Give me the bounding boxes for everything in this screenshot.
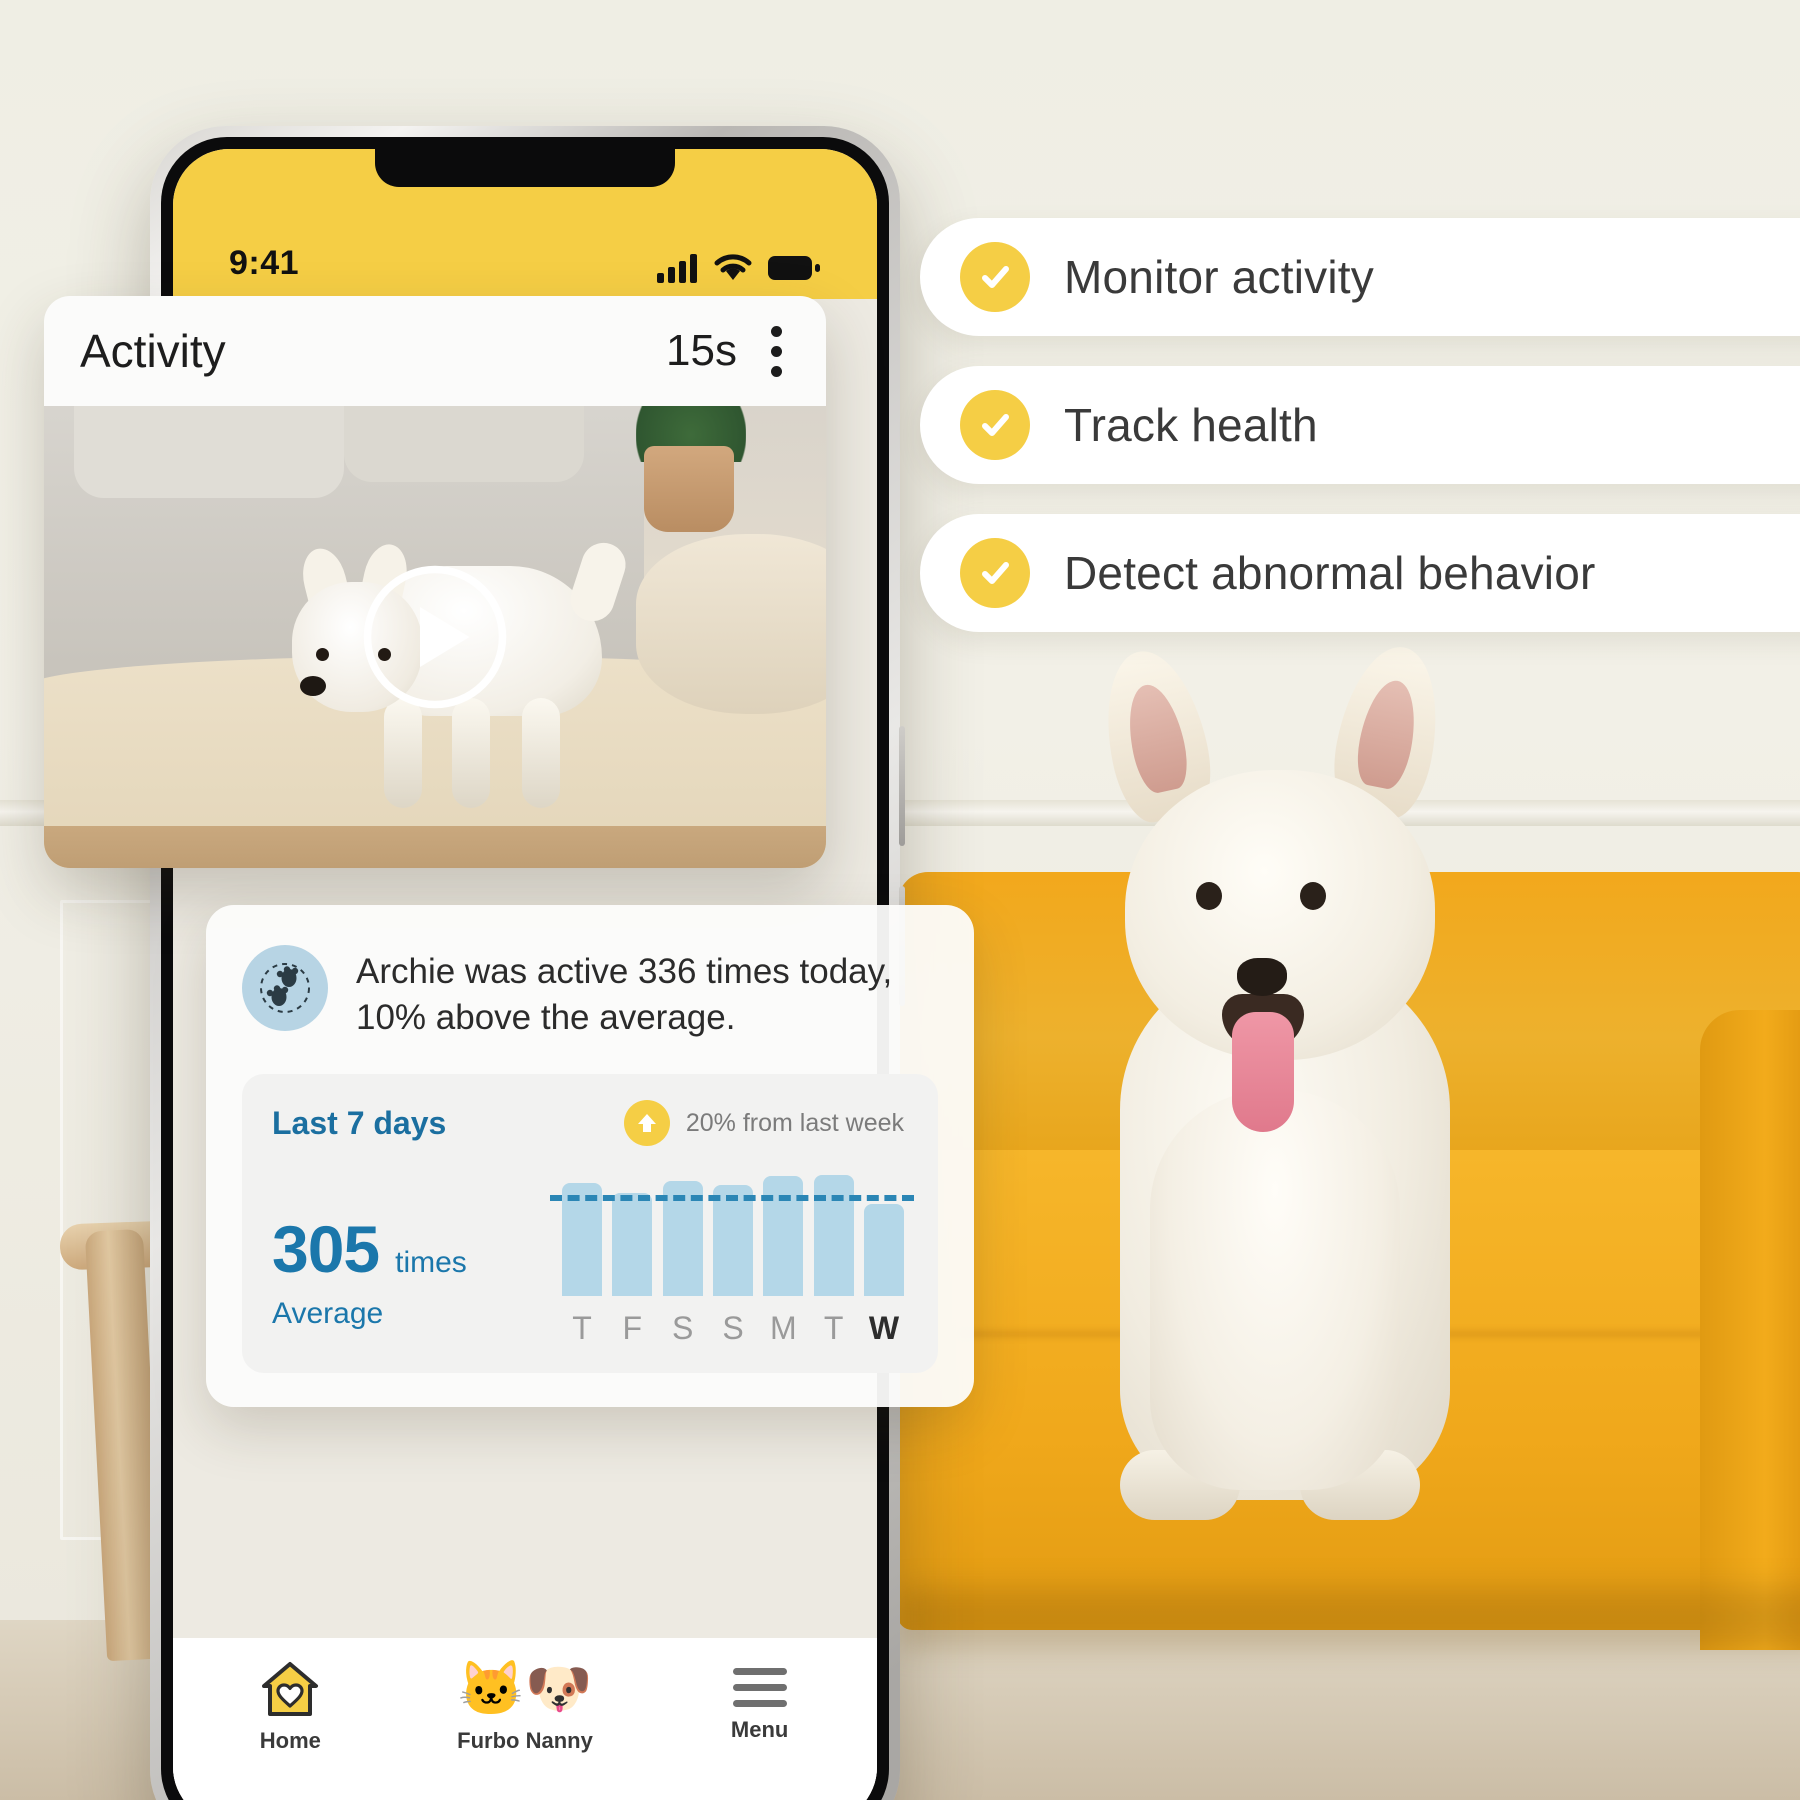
chart-bar (712, 1184, 753, 1296)
feature-pill-monitor-activity[interactable]: Monitor activity (920, 218, 1800, 336)
battery-icon (768, 256, 820, 280)
activity-title: Activity (80, 325, 226, 377)
phone-notch (375, 149, 675, 187)
chart-plot-area: TFSSMTW (550, 1104, 914, 1347)
chart-bar-column (813, 1174, 854, 1296)
chart-average-line (550, 1194, 914, 1201)
home-heart-icon (262, 1662, 319, 1716)
sofa-shadow (898, 1588, 1800, 1648)
activity-card-header: Activity 15s (44, 296, 826, 406)
nav-item-menu[interactable]: Menu (665, 1660, 855, 1743)
cellular-bars-icon (657, 254, 697, 283)
activity-video-thumbnail[interactable] (44, 406, 826, 868)
chart-day-label: F (622, 1310, 643, 1346)
feature-list: Monitor activity Track health Detect abn… (920, 218, 1800, 662)
check-circle-icon (960, 538, 1030, 608)
nav-item-furbo-nanny[interactable]: 🐱🐶 Furbo Nanny (430, 1660, 620, 1754)
chart-day-label: T (572, 1310, 592, 1346)
hamburger-menu-icon (732, 1660, 787, 1707)
chart-average-label: Average (272, 1297, 384, 1330)
chart-day-label: M (769, 1310, 797, 1346)
chart-day-label: S (671, 1310, 694, 1346)
video-cushion-2 (344, 406, 584, 482)
activity-duration: 15s (666, 326, 737, 375)
chart-day-label: T (823, 1310, 844, 1346)
sofa-armrest (1700, 1010, 1800, 1650)
nav-item-home[interactable]: Home (195, 1660, 385, 1754)
chart-bar-column (612, 1193, 653, 1296)
chart-average-unit: times (395, 1246, 467, 1279)
feature-pill-track-health[interactable]: Track health (920, 366, 1800, 484)
status-time: 9:41 (229, 244, 300, 282)
paw-print-icon (242, 945, 328, 1031)
check-circle-icon (960, 390, 1030, 460)
cat-dog-emoji-icon: 🐱🐶 (457, 1659, 593, 1719)
activity-video-card: Activity 15s (44, 296, 826, 868)
dog-eye-left (1196, 882, 1222, 910)
chart-period-label: Last 7 days (272, 1104, 447, 1141)
weekly-activity-chart: Last 7 days 20% from last week 305 times… (242, 1074, 938, 1373)
wifi-icon (714, 254, 752, 280)
kebab-menu-icon[interactable] (761, 320, 792, 383)
chart-day-label: S (722, 1310, 744, 1346)
chart-average-value: 305 (272, 1212, 380, 1286)
chart-bar (612, 1193, 653, 1296)
video-plant-pot (644, 446, 734, 532)
dog-tongue (1232, 1012, 1294, 1132)
feature-label-detect-abnormal-behavior: Detect abnormal behavior (1064, 547, 1596, 599)
nav-label-menu: Menu (730, 1717, 789, 1742)
activity-summary-text: Archie was active 336 times today, 10% a… (356, 952, 893, 1037)
status-indicators (657, 253, 821, 283)
chart-bar-column (712, 1184, 753, 1296)
video-cushion-1 (74, 406, 344, 498)
nav-label-furbo-nanny: Furbo Nanny (457, 1728, 593, 1753)
activity-summary: Archie was active 336 times today, 10% a… (242, 945, 938, 1040)
promo-screenshot: 9:41 Home 🐱🐶 Furbo Nanny Menu Activity 1… (0, 0, 1800, 1800)
play-icon[interactable] (360, 562, 510, 712)
chart-day-label: W (868, 1310, 900, 1346)
west-highland-terrier-photo (1000, 620, 1620, 1570)
chart-bar (813, 1174, 854, 1296)
check-circle-icon (960, 242, 1030, 312)
feature-label-track-health: Track health (1064, 399, 1318, 451)
bottom-navigation-bar: Home 🐱🐶 Furbo Nanny Menu (173, 1638, 877, 1800)
chart-x-axis-labels: TFSSMTW (562, 1310, 904, 1347)
activity-stats-card: Archie was active 336 times today, 10% a… (206, 905, 974, 1407)
dog-eye-right (1300, 882, 1326, 910)
nav-label-home: Home (259, 1728, 321, 1753)
video-dog-bed (636, 534, 826, 714)
chart-bar (863, 1203, 904, 1296)
chart-average-row: 305 times (272, 1211, 562, 1287)
feature-label-monitor-activity: Monitor activity (1064, 251, 1374, 303)
feature-pill-detect-abnormal-behavior[interactable]: Detect abnormal behavior (920, 514, 1800, 632)
chart-bars (562, 1166, 904, 1296)
activity-header-right: 15s (666, 320, 792, 383)
phone-volume-button[interactable] (899, 726, 905, 846)
dog-nose (1237, 958, 1287, 996)
dog-chest (1150, 1090, 1400, 1490)
chart-bar-column (863, 1203, 904, 1296)
status-bar: 9:41 (173, 149, 877, 299)
